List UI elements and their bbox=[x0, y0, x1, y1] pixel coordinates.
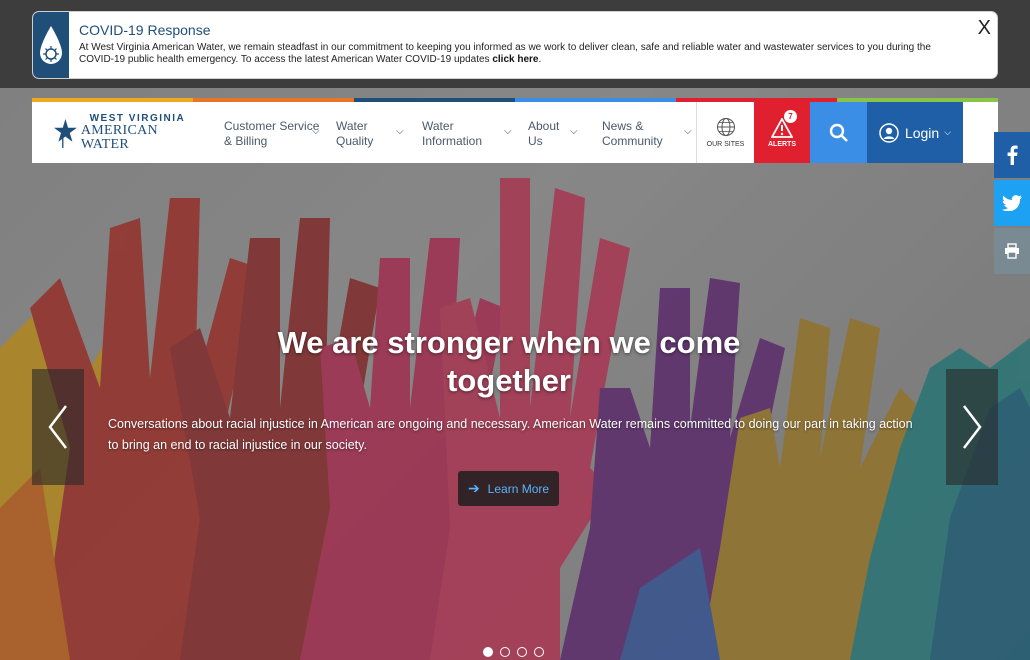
learn-more-button[interactable]: ➔ Learn More bbox=[458, 471, 559, 506]
covid-updates-link[interactable]: click here bbox=[492, 54, 538, 65]
alerts-label: ALERTS bbox=[768, 140, 796, 148]
chevron-down-icon: ⌵ bbox=[312, 126, 320, 137]
chevron-down-icon: ⌵ bbox=[944, 127, 952, 137]
facebook-icon bbox=[1007, 145, 1018, 165]
covid-title: COVID-19 Response bbox=[79, 22, 211, 38]
chevron-right-icon bbox=[963, 405, 982, 449]
main-navigation: WEST VIRGINIA AMERICAN WATER Customer Se… bbox=[32, 98, 998, 163]
carousel-dot[interactable] bbox=[534, 647, 544, 657]
nav-item-label: News & Community bbox=[602, 118, 663, 148]
facebook-share-button[interactable] bbox=[994, 132, 1030, 178]
nav-about-us[interactable]: About Us ⌵ bbox=[520, 98, 586, 163]
site-logo[interactable]: WEST VIRGINIA AMERICAN WATER bbox=[32, 98, 194, 163]
close-icon[interactable]: X bbox=[978, 18, 991, 38]
our-sites-label: OUR SITES bbox=[706, 141, 745, 148]
alerts-button[interactable]: 7 ALERTS bbox=[754, 98, 810, 163]
login-label: Login bbox=[904, 124, 940, 141]
slide-headline: We are stronger when we come together bbox=[277, 325, 741, 398]
nav-item-label: About Us bbox=[528, 118, 560, 148]
covid-text: At West Virginia American Water, we rema… bbox=[79, 42, 959, 66]
carousel-next-button[interactable] bbox=[946, 369, 998, 485]
carousel-pagination bbox=[483, 647, 544, 657]
printer-icon bbox=[1005, 243, 1019, 259]
nav-item-label: Water Information bbox=[422, 118, 483, 148]
carousel-prev-button[interactable] bbox=[32, 369, 84, 485]
logo-company: AMERICAN WATER bbox=[80, 122, 158, 152]
globe-icon bbox=[716, 118, 735, 136]
chevron-down-icon: ⌵ bbox=[684, 126, 692, 137]
twitter-icon bbox=[1002, 195, 1022, 211]
nav-item-label: Water Quality bbox=[336, 118, 374, 148]
slide-description: Conversations about racial injustice in … bbox=[108, 417, 913, 452]
nav-water-information[interactable]: Water Information ⌵ bbox=[410, 98, 520, 163]
covid-link-suffix: . bbox=[538, 54, 542, 65]
chevron-down-icon: ⌵ bbox=[504, 126, 512, 137]
alerts-count-badge: 7 bbox=[784, 110, 797, 123]
covid-banner: COVID-19 Response At West Virginia Ameri… bbox=[32, 11, 998, 79]
water-drop-icon bbox=[33, 12, 69, 78]
nav-customer-service[interactable]: Customer Service & Billing ⌵ bbox=[194, 98, 324, 163]
search-button[interactable] bbox=[810, 98, 867, 163]
carousel-dot[interactable] bbox=[483, 647, 493, 657]
carousel-dot[interactable] bbox=[500, 647, 510, 657]
chevron-down-icon: ⌵ bbox=[570, 126, 578, 137]
user-icon bbox=[879, 122, 899, 143]
arrow-right-icon: ➔ bbox=[467, 480, 480, 496]
chevron-left-icon bbox=[48, 405, 67, 449]
login-button[interactable]: Login ⌵ bbox=[867, 98, 963, 163]
logo-state: WEST VIRGINIA bbox=[89, 112, 186, 124]
nav-item-label: Customer Service & Billing bbox=[224, 118, 320, 148]
carousel-dot[interactable] bbox=[517, 647, 527, 657]
search-icon bbox=[829, 123, 848, 142]
nav-news-community[interactable]: News & Community ⌵ bbox=[586, 98, 696, 163]
chevron-down-icon: ⌵ bbox=[396, 126, 404, 137]
star-icon bbox=[54, 118, 77, 148]
learn-more-label: Learn More bbox=[487, 481, 550, 496]
twitter-share-button[interactable] bbox=[994, 180, 1030, 226]
print-button[interactable] bbox=[994, 228, 1030, 274]
nav-water-quality[interactable]: Water Quality ⌵ bbox=[324, 98, 410, 163]
our-sites-button[interactable]: OUR SITES bbox=[696, 98, 754, 163]
